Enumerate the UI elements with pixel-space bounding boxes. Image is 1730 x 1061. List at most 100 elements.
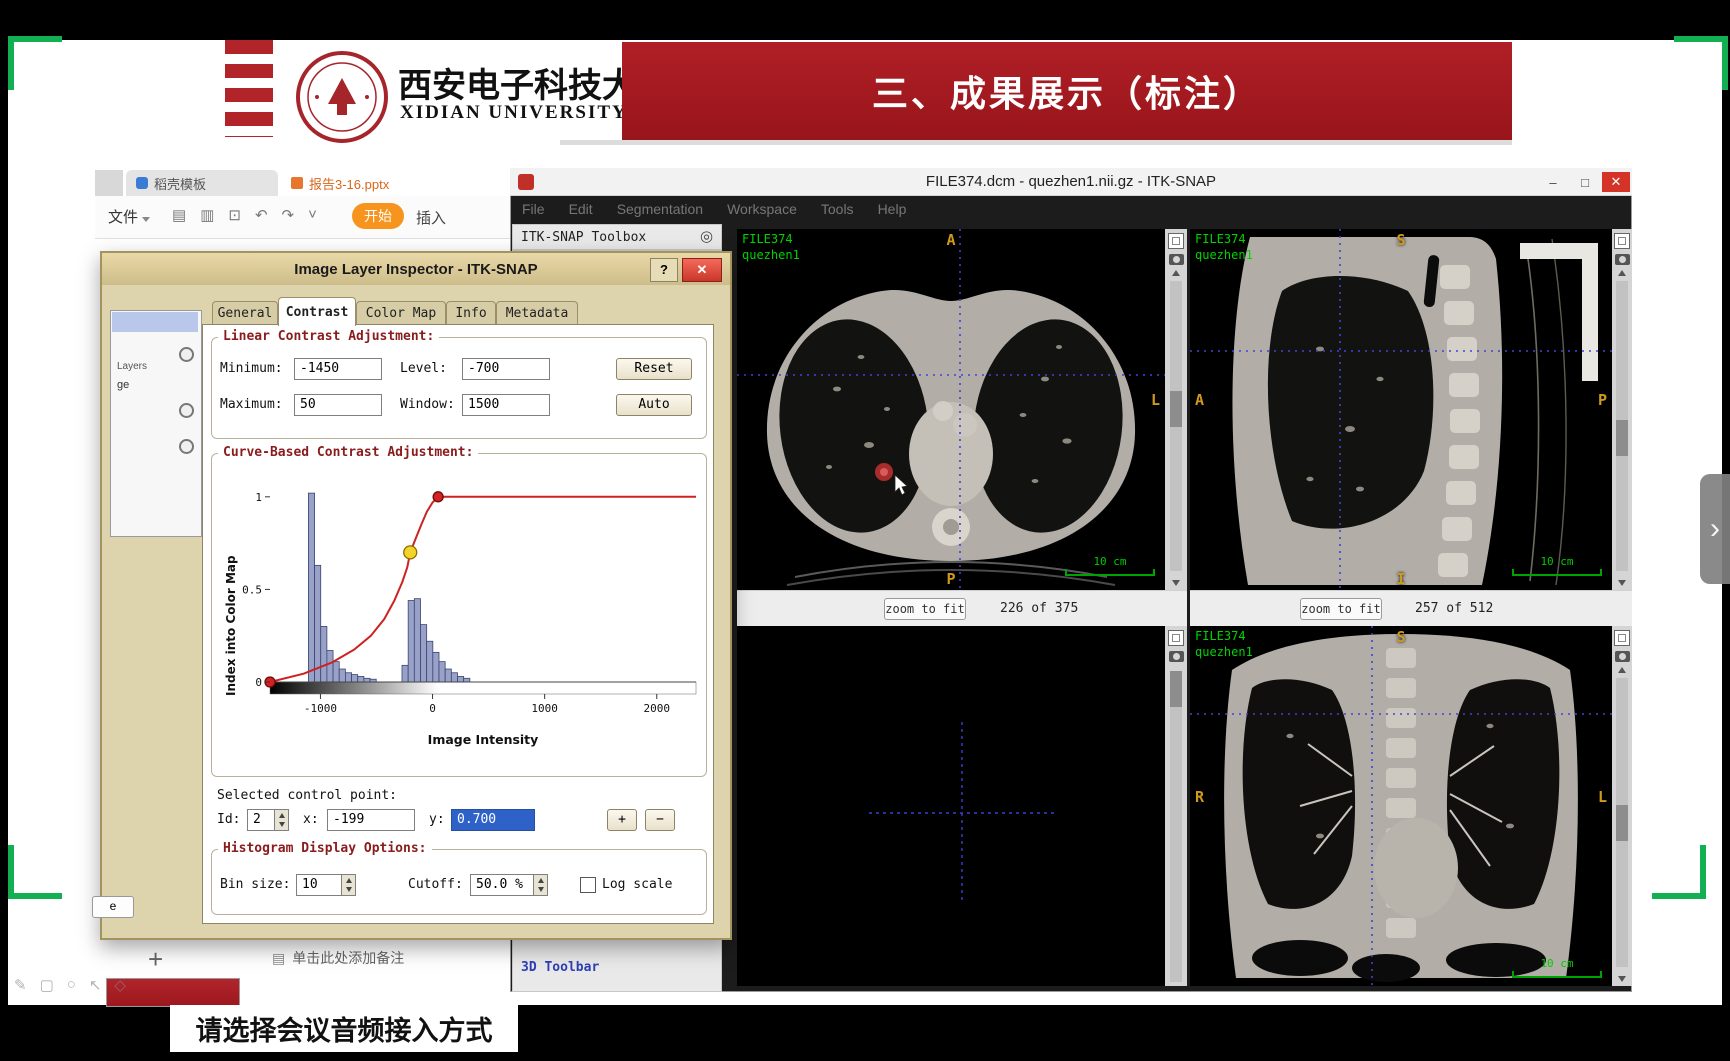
scale-label: 10 cm	[1512, 957, 1602, 970]
ribbon-tab-insert[interactable]: 插入	[416, 207, 446, 228]
gear-icon[interactable]: ◎	[700, 227, 713, 245]
meeting-audio-prompt[interactable]: 请选择会议音频接入方式	[170, 1005, 518, 1052]
dialog-close-button[interactable]: ✕	[682, 258, 722, 282]
zoom-to-fit-button[interactable]: zoom to fit	[884, 598, 966, 620]
window-field[interactable]: 1500	[462, 394, 550, 416]
tab-contrast[interactable]: Contrast	[278, 297, 356, 326]
tab-general[interactable]: General	[212, 301, 278, 325]
help-button[interactable]: ?	[650, 258, 678, 282]
minimize-button[interactable]: –	[1540, 172, 1566, 192]
layer-group-label: Layers	[117, 361, 147, 372]
ellipse-tool-icon[interactable]: ○	[67, 976, 76, 994]
scroll-up-icon[interactable]	[1618, 667, 1626, 673]
expand-view-button[interactable]	[1168, 233, 1184, 249]
undo-icon[interactable]: ↶	[255, 206, 268, 224]
rectangle-tool-icon[interactable]: ▢	[40, 976, 54, 994]
redo-icon[interactable]: ↷	[282, 206, 295, 224]
cutoff-label: Cutoff:	[408, 874, 463, 896]
expand-view-button[interactable]	[1614, 233, 1630, 249]
log-scale-checkbox[interactable]	[580, 877, 596, 893]
window-label: Window:	[400, 394, 455, 416]
print-preview-icon[interactable]: ⊡	[228, 206, 241, 224]
scroll-up-icon[interactable]	[1618, 270, 1626, 276]
itk-snap-app-icon	[518, 174, 534, 190]
close-button[interactable]: ✕	[1602, 172, 1630, 192]
notes-field[interactable]: ▤ 单击此处添加备注	[272, 948, 404, 968]
screenshot-camera-button[interactable]	[1169, 651, 1184, 662]
eraser-tool-icon[interactable]: ◇	[114, 976, 126, 994]
remove-control-point-button[interactable]: −	[645, 809, 675, 831]
maximize-button[interactable]: □	[1572, 172, 1598, 192]
x-field[interactable]: -199	[327, 809, 415, 831]
screenshot-camera-button[interactable]	[1615, 651, 1630, 662]
dialog-titlebar[interactable]: Image Layer Inspector - ITK-SNAP	[102, 253, 730, 285]
pointer-tool-icon[interactable]: ↖	[89, 976, 102, 994]
pencil-icon[interactable]: ✎	[14, 976, 27, 994]
slice-scrollbar[interactable]	[1616, 678, 1628, 967]
slice-status: 257 of 512	[1415, 601, 1493, 616]
reset-button[interactable]: Reset	[616, 358, 692, 380]
menu-edit[interactable]: Edit	[569, 201, 593, 217]
tab-docer-templates[interactable]: 稻壳模板	[126, 170, 278, 196]
scroll-down-icon[interactable]	[1618, 976, 1626, 982]
save-icon[interactable]: ▤	[172, 206, 186, 224]
layer-visibility-toggle[interactable]	[179, 439, 194, 454]
tab-metadata[interactable]: Metadata	[496, 301, 578, 325]
add-slide-button[interactable]: +	[148, 944, 163, 975]
coronal-view-controls	[1612, 626, 1632, 986]
expand-view-button[interactable]	[1168, 630, 1184, 646]
partial-button[interactable]: e	[92, 896, 134, 918]
sagittal-view[interactable]: FILE374 quezhen1 S A P I 10 cm	[1190, 229, 1612, 590]
itk-titlebar[interactable]: FILE374.dcm - quezhen1.nii.gz - ITK-SNAP	[510, 168, 1632, 196]
audio-prompt-text: 请选择会议音频接入方式	[196, 1009, 493, 1048]
menu-workspace[interactable]: Workspace	[727, 201, 797, 217]
ribbon-tab-home[interactable]: 开始	[352, 203, 404, 229]
slide-thumbnail[interactable]	[106, 978, 240, 1007]
tab-presentation-file[interactable]: 报告3-16.pptx	[281, 170, 443, 196]
expand-view-button[interactable]	[1614, 630, 1630, 646]
slice-scrollbar[interactable]	[1170, 281, 1182, 571]
cutoff-stepper[interactable]: 50.0 %	[470, 874, 548, 896]
coronal-view[interactable]: FILE374 quezhen1 S R L 10 cm	[1190, 626, 1612, 986]
tab-info[interactable]: Info	[446, 301, 496, 325]
menu-file[interactable]: File	[522, 201, 545, 217]
screenshot-camera-button[interactable]	[1169, 254, 1184, 265]
y-field[interactable]: 0.700	[451, 809, 535, 831]
contrast-histogram-chart[interactable]: -100001000200000.51	[212, 470, 706, 758]
menu-segmentation[interactable]: Segmentation	[617, 201, 703, 217]
menu-tools[interactable]: Tools	[821, 201, 854, 217]
layer-row[interactable]: ge	[117, 379, 129, 391]
scroll-down-icon[interactable]	[1618, 580, 1626, 586]
axial-view[interactable]: FILE374 quezhen1 A L P 10 cm	[737, 229, 1165, 590]
layer-visibility-toggle[interactable]	[179, 403, 194, 418]
level-field[interactable]: -700	[462, 358, 550, 380]
level-label: Level:	[400, 358, 447, 380]
layer-row-selected[interactable]	[112, 312, 198, 332]
add-control-point-button[interactable]: +	[607, 809, 637, 831]
menu-help[interactable]: Help	[878, 201, 907, 217]
scroll-down-icon[interactable]	[1172, 580, 1180, 586]
bin-size-stepper[interactable]: 10	[296, 874, 356, 896]
auto-button[interactable]: Auto	[616, 394, 692, 416]
minimum-field[interactable]: -1450	[294, 358, 382, 380]
3d-view[interactable]	[737, 626, 1165, 986]
contrast-tab-page: Linear Contrast Adjustment: Minimum: -14…	[202, 324, 714, 924]
tab-color-map[interactable]: Color Map	[356, 301, 446, 325]
slice-scrollbar[interactable]	[1616, 281, 1628, 571]
layer-visibility-toggle[interactable]	[179, 347, 194, 362]
screenshot-camera-button[interactable]	[1615, 254, 1630, 265]
scale-bar	[1065, 569, 1155, 576]
slice-scrollbar[interactable]	[1170, 671, 1182, 982]
print-icon[interactable]: ▥	[200, 206, 214, 224]
dropdown-icon[interactable]: ˅	[308, 206, 317, 224]
svg-text:0: 0	[429, 702, 436, 715]
partial-tab[interactable]	[95, 170, 123, 196]
group-heading: Linear Contrast Adjustment:	[218, 329, 439, 344]
file-menu[interactable]: 文件	[108, 206, 150, 227]
id-stepper[interactable]: 2	[247, 809, 289, 831]
sidebar-expand-handle[interactable]: ›	[1700, 474, 1730, 584]
ppt-file-icon	[291, 177, 303, 189]
scroll-up-icon[interactable]	[1172, 270, 1180, 276]
maximum-field[interactable]: 50	[294, 394, 382, 416]
zoom-to-fit-button[interactable]: zoom to fit	[1300, 598, 1382, 620]
